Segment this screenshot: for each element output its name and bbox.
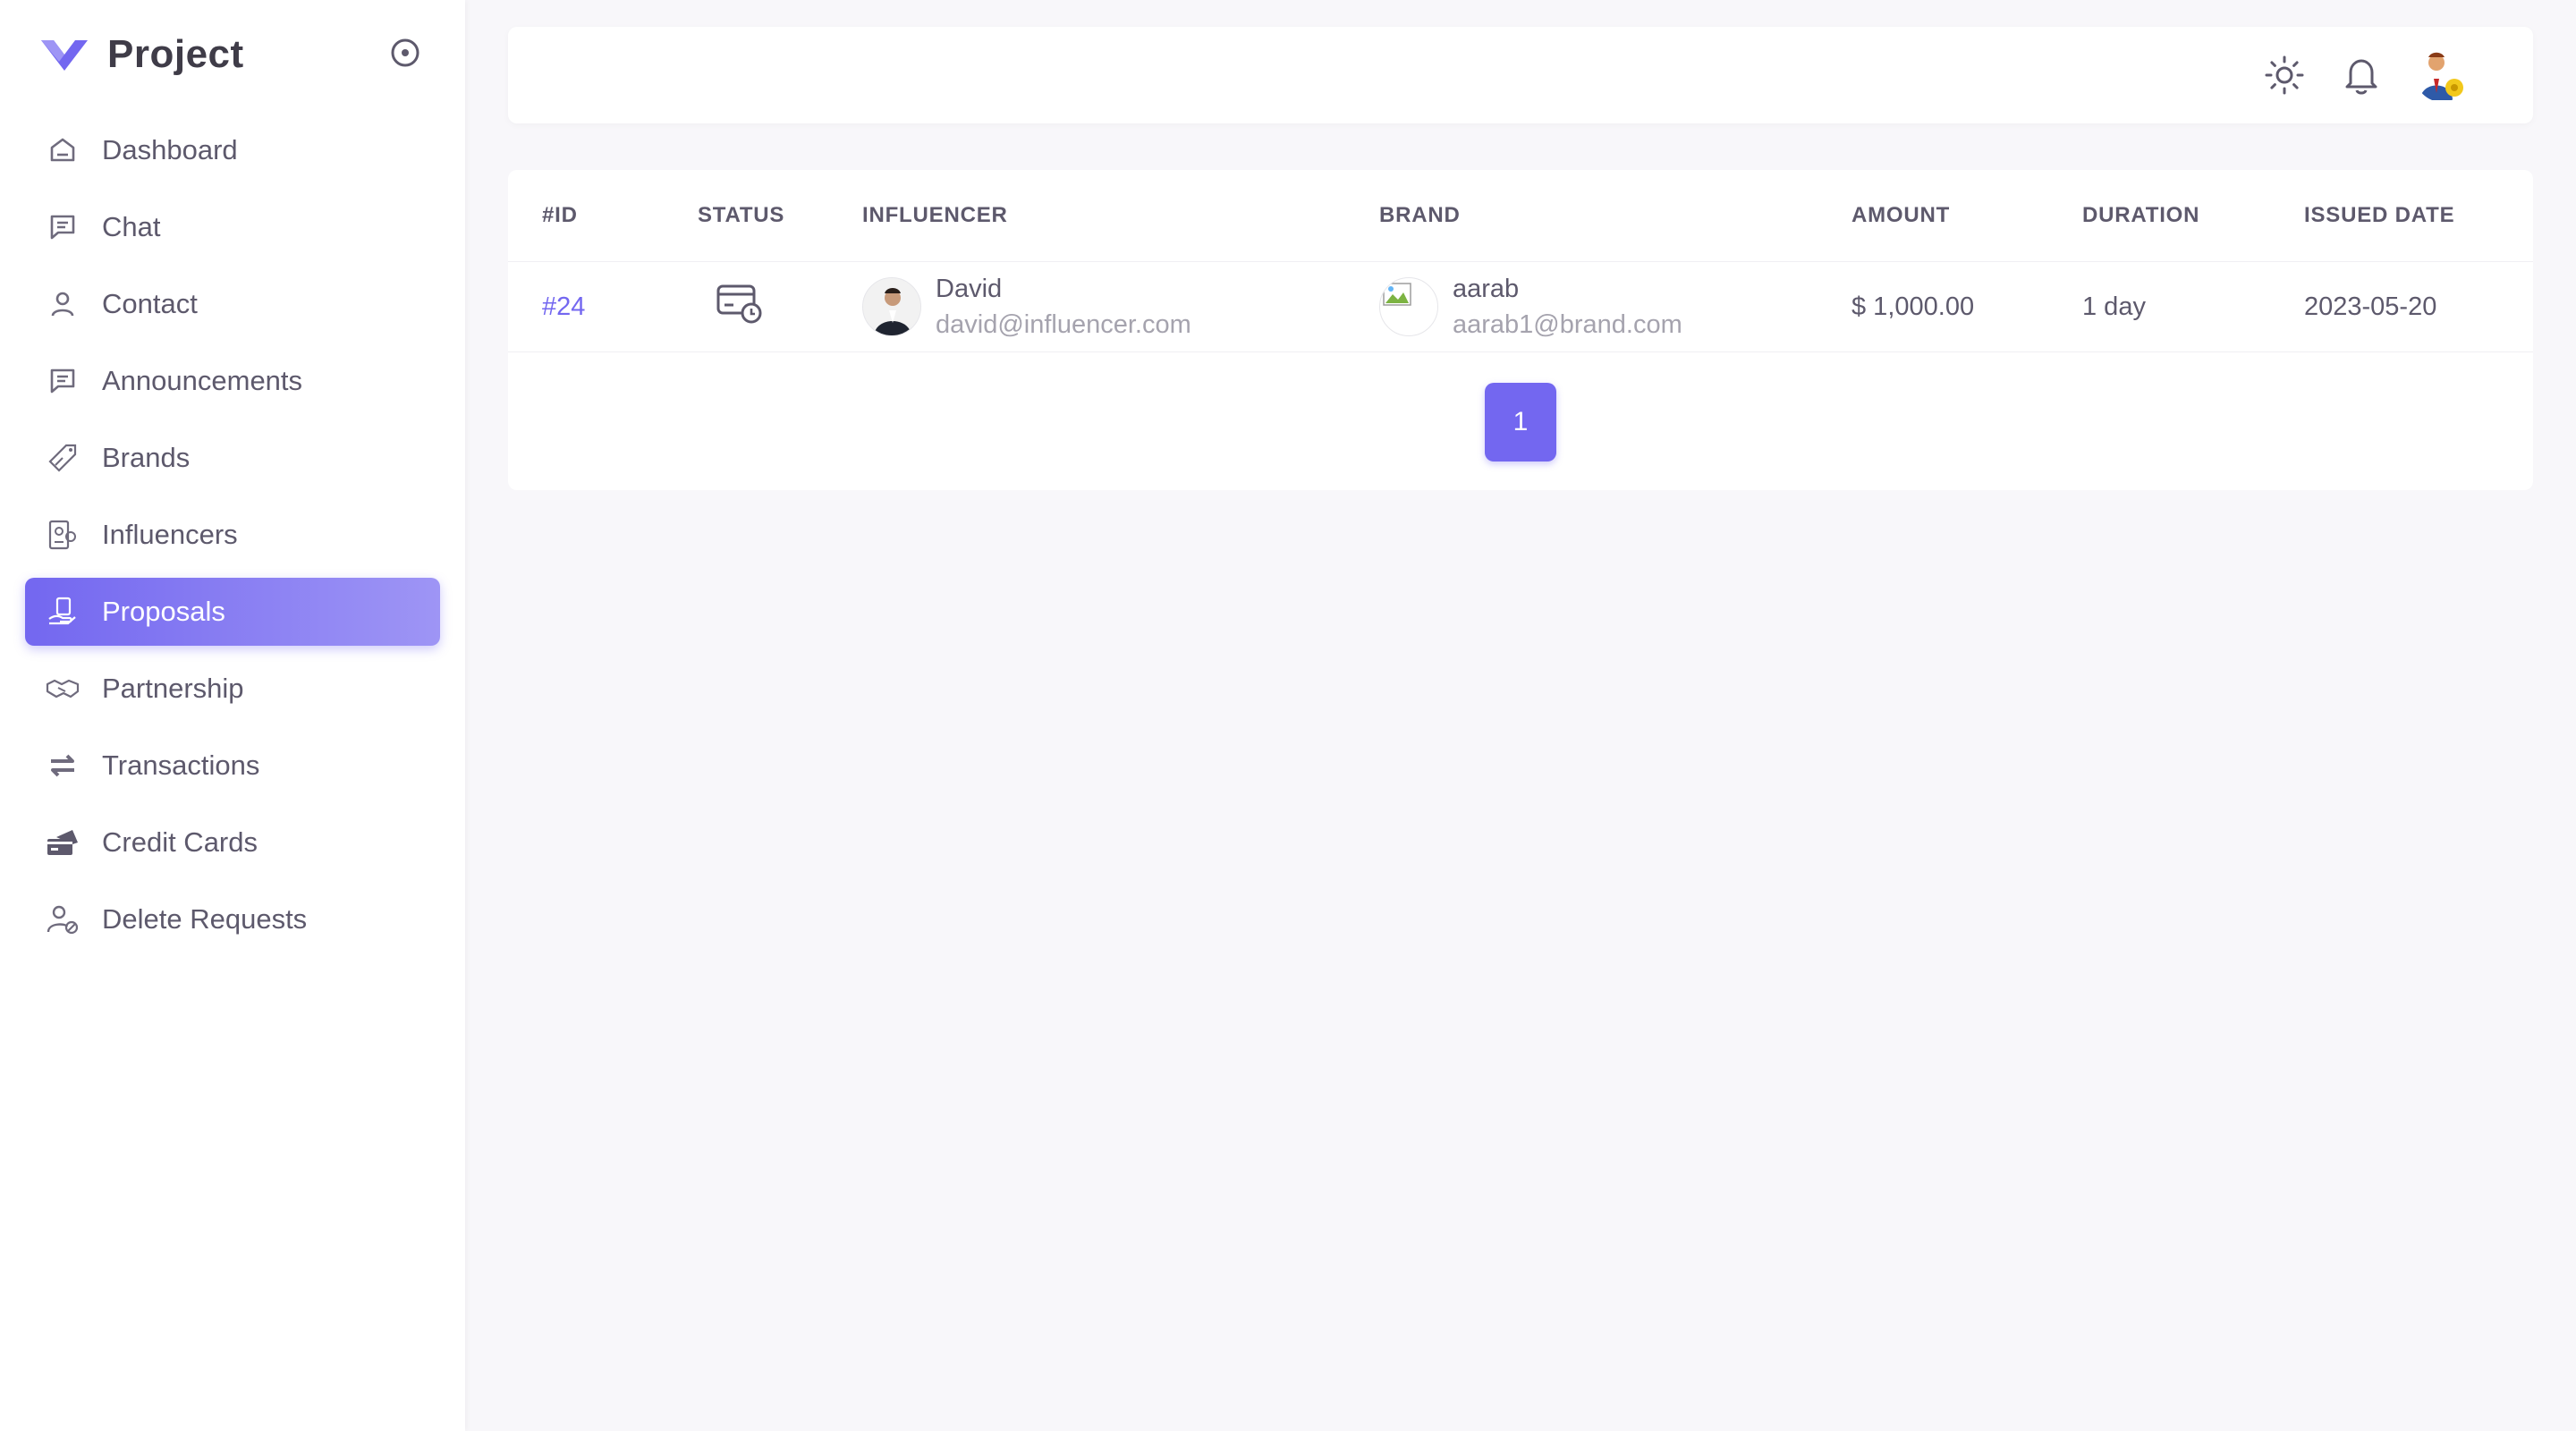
influencer-avatar xyxy=(862,277,921,336)
sidebar-item-label: Credit Cards xyxy=(102,826,258,858)
brand-header: Project xyxy=(39,27,424,82)
sidebar-item-label: Delete Requests xyxy=(102,903,308,935)
card-clock-icon xyxy=(716,281,764,333)
sidebar: Project Dashboard Chat Contact Announcem… xyxy=(0,0,465,1431)
sidebar-item-label: Dashboard xyxy=(102,134,238,165)
home-icon xyxy=(45,132,80,168)
sidebar-item-delete-requests[interactable]: Delete Requests xyxy=(25,885,440,953)
column-header-id[interactable]: #ID xyxy=(508,170,698,262)
notifications-button[interactable] xyxy=(2338,52,2385,98)
bell-icon xyxy=(2345,59,2377,95)
duration-cell: 1 day xyxy=(2082,261,2304,352)
sidebar-item-transactions[interactable]: Transactions xyxy=(25,732,440,800)
proposal-id-link[interactable]: #24 xyxy=(542,292,585,321)
theme-toggle-button[interactable] xyxy=(2261,52,2308,98)
brand-cell: aarab aarab1@brand.com xyxy=(1379,271,1852,343)
sidebar-item-label: Proposals xyxy=(102,596,225,627)
issued-date-cell: 2023-05-20 xyxy=(2304,261,2533,352)
broken-image-icon xyxy=(1383,283,1411,306)
influencer-name: David xyxy=(936,275,1003,303)
credit-card-icon xyxy=(45,825,80,860)
brand-avatar xyxy=(1379,277,1438,336)
user-delete-icon xyxy=(45,902,80,937)
sidebar-item-label: Influencers xyxy=(102,519,238,550)
sidebar-item-label: Chat xyxy=(102,211,161,242)
circle-dot-icon xyxy=(391,38,419,67)
sidebar-menu: Dashboard Chat Contact Announcements Bra… xyxy=(25,116,440,962)
arrows-exchange-icon xyxy=(45,748,80,783)
sidebar-item-label: Partnership xyxy=(102,673,244,704)
sidebar-item-label: Announcements xyxy=(102,365,303,396)
sidebar-item-proposals[interactable]: Proposals xyxy=(25,578,440,646)
brand-email: aarab1@brand.com xyxy=(1453,310,1682,339)
proposal-icon xyxy=(45,594,80,630)
sidebar-item-contact[interactable]: Contact xyxy=(25,270,440,338)
pagination-page-button[interactable]: 1 xyxy=(1485,383,1556,461)
sidebar-item-label: Transactions xyxy=(102,749,260,781)
user-avatar[interactable] xyxy=(2415,48,2469,102)
message-icon xyxy=(45,363,80,399)
sun-icon xyxy=(2265,55,2304,95)
sidebar-item-announcements[interactable]: Announcements xyxy=(25,347,440,415)
sidebar-item-dashboard[interactable]: Dashboard xyxy=(25,116,440,184)
influencer-email: david@influencer.com xyxy=(936,310,1191,339)
column-header-influencer[interactable]: INFLUENCER xyxy=(862,170,1379,262)
collapse-sidebar-button[interactable] xyxy=(386,34,424,72)
sidebar-item-partnership[interactable]: Partnership xyxy=(25,655,440,723)
column-header-amount[interactable]: AMOUNT xyxy=(1852,170,2082,262)
table-row[interactable]: #24 David david@influencer.com aarab aar… xyxy=(508,261,2533,352)
sidebar-item-brands[interactable]: Brands xyxy=(25,424,440,492)
navbar-actions xyxy=(2261,47,2469,104)
amount-cell: $ 1,000.00 xyxy=(1852,261,2082,352)
app-title: Project xyxy=(107,32,244,76)
logo-icon xyxy=(39,35,89,74)
brand-name: aarab xyxy=(1453,275,1520,303)
chat-icon xyxy=(45,209,80,245)
influencer-cell: David david@influencer.com xyxy=(862,271,1379,343)
column-header-duration[interactable]: DURATION xyxy=(2082,170,2304,262)
sidebar-item-label: Brands xyxy=(102,442,191,473)
sidebar-item-chat[interactable]: Chat xyxy=(25,193,440,261)
handshake-icon xyxy=(45,671,80,707)
column-header-issued-date[interactable]: ISSUED DATE xyxy=(2304,170,2533,262)
sidebar-item-label: Contact xyxy=(102,288,198,319)
user-icon xyxy=(45,286,80,322)
table-header-row: #ID STATUS INFLUENCER BRAND AMOUNT DURAT… xyxy=(508,170,2533,262)
sidebar-item-credit-cards[interactable]: Credit Cards xyxy=(25,809,440,876)
column-header-brand[interactable]: BRAND xyxy=(1379,170,1852,262)
tag-icon xyxy=(45,440,80,476)
proposals-card: #ID STATUS INFLUENCER BRAND AMOUNT DURAT… xyxy=(508,170,2533,490)
column-header-status[interactable]: STATUS xyxy=(698,170,862,262)
sidebar-item-influencers[interactable]: Influencers xyxy=(25,501,440,569)
influencer-icon xyxy=(45,517,80,553)
proposals-table: #ID STATUS INFLUENCER BRAND AMOUNT DURAT… xyxy=(508,170,2533,352)
top-navbar xyxy=(508,27,2533,123)
